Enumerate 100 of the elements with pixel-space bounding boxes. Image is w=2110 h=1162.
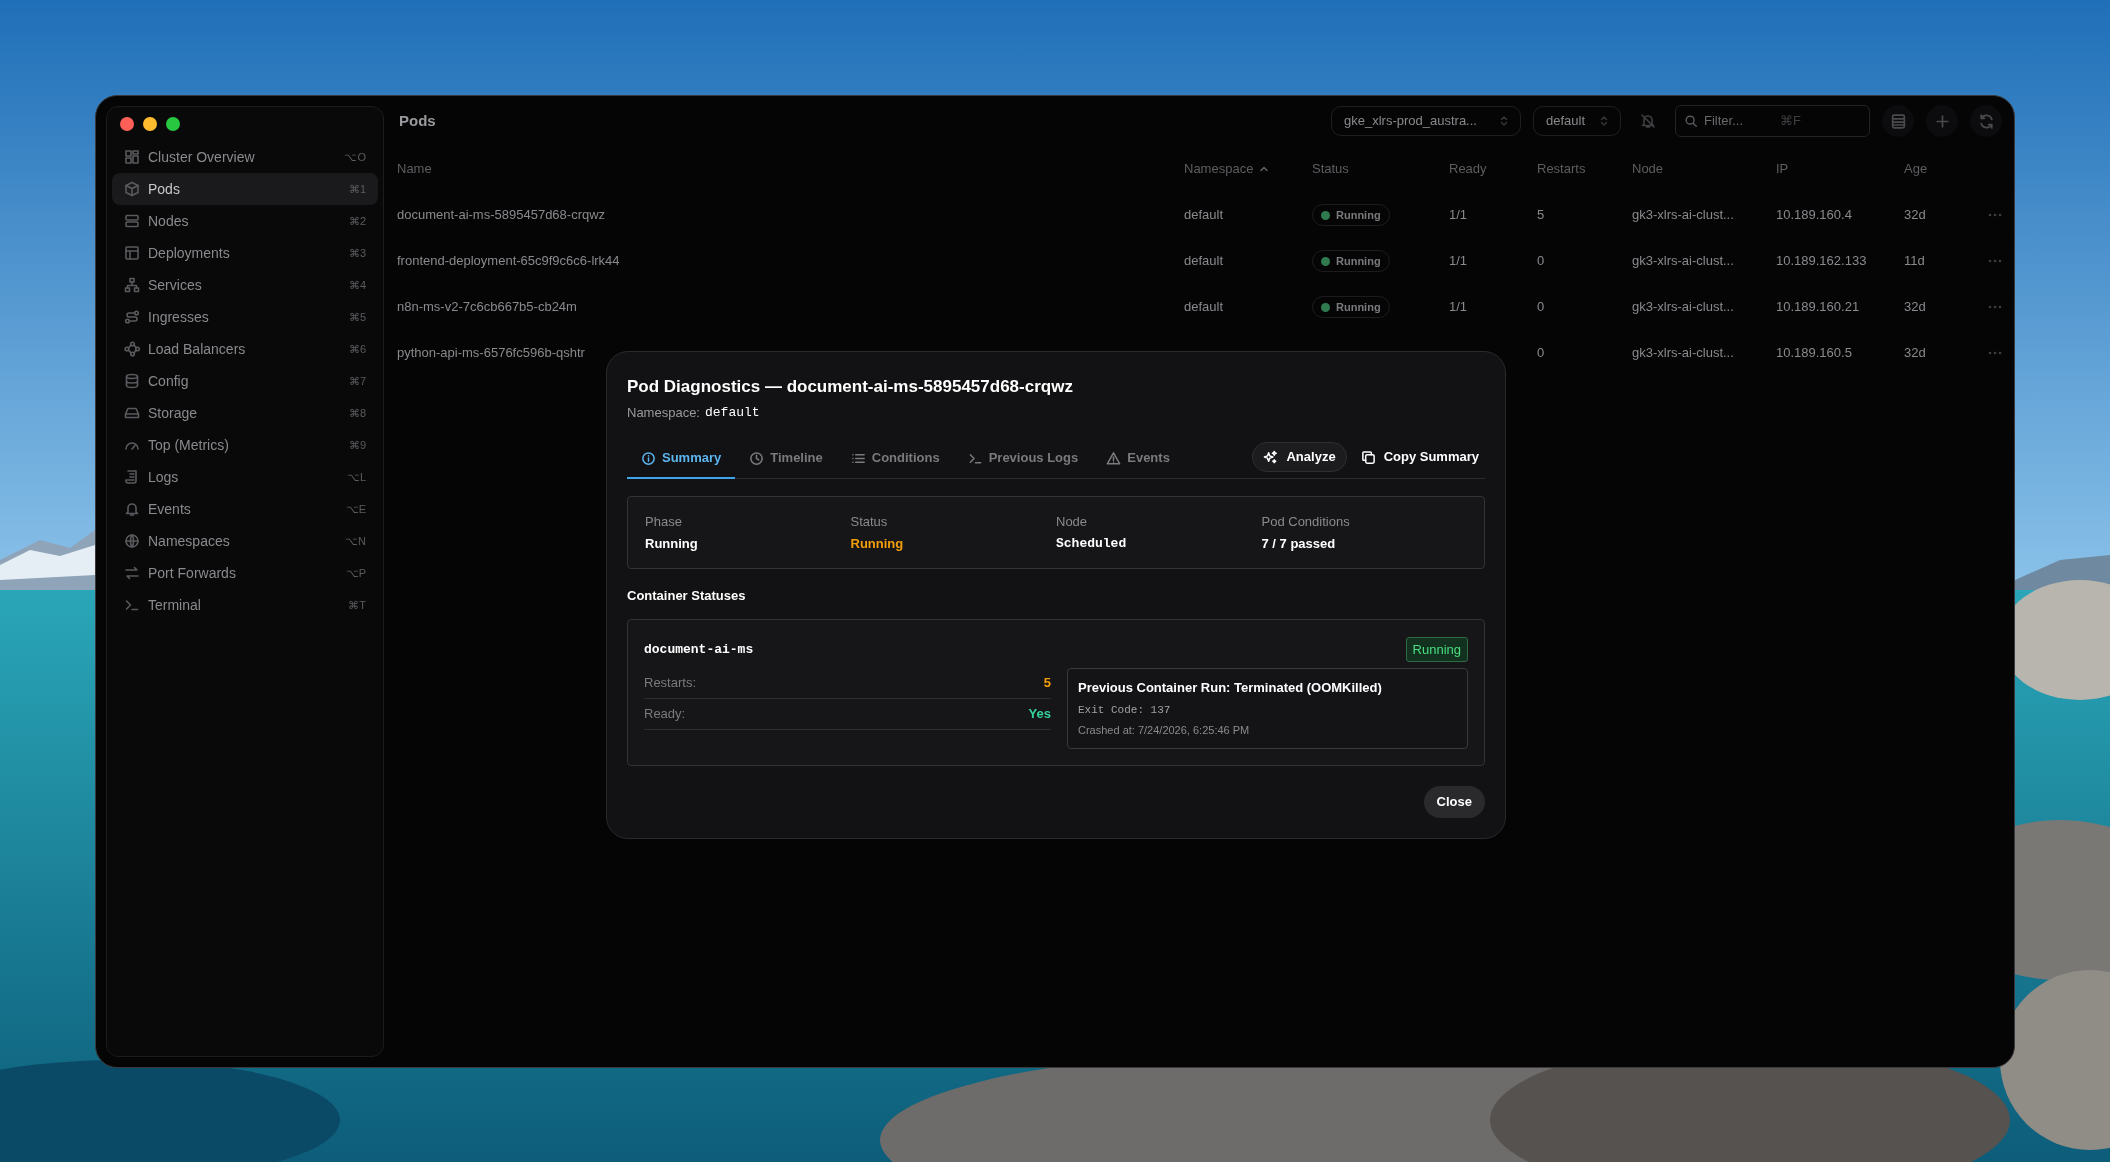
tab[interactable]: Summary xyxy=(627,439,736,479)
tab[interactable]: Events xyxy=(1092,439,1184,479)
shortcut-hint: ⌘8 xyxy=(348,405,366,421)
previous-run-title: Previous Container Run: Terminated (OOMKilled) xyxy=(1078,679,1383,697)
arrows-icon xyxy=(124,565,140,581)
dropdown[interactable]: gke_xlrs-prod_austra... xyxy=(1331,106,1521,136)
route-icon xyxy=(124,309,140,325)
column-header[interactable]: Node xyxy=(1632,159,1776,179)
close-button[interactable] xyxy=(120,117,134,131)
bell-off-icon xyxy=(1640,113,1656,129)
filter-input[interactable]: Filter... xyxy=(1704,111,1774,131)
container-name: document-ai-ms xyxy=(644,640,754,659)
clock-icon xyxy=(749,450,765,466)
copy-button[interactable]: Copy Summary xyxy=(1354,442,1485,472)
tab[interactable]: Previous Logs xyxy=(953,439,1093,479)
table-cell-text: default xyxy=(1184,252,1225,271)
more-icon[interactable] xyxy=(1988,351,2002,355)
sidebar-item[interactable]: Logs ⌥L xyxy=(112,461,378,493)
table-cell-text: 0 xyxy=(1537,344,1546,363)
refresh-button[interactable] xyxy=(1970,105,2002,137)
sidebar-item[interactable]: Nodes ⌘2 xyxy=(112,205,378,237)
field-value: 7 / 7 passed xyxy=(1261,534,1336,553)
field-label: Ready: xyxy=(644,705,686,724)
table-cell-text: frontend-deployment-65c9f9c6c6-lrk44 xyxy=(397,252,621,271)
bell-icon xyxy=(124,501,140,517)
server-icon xyxy=(124,213,140,229)
crash-time: Crashed at: 7/24/2026, 6:25:46 PM xyxy=(1078,723,1251,738)
field-label: Node xyxy=(1056,513,1089,531)
table-cell-text: 11d xyxy=(1904,252,1926,271)
field-label: Status xyxy=(850,513,889,531)
shortcut-hint: ⌘6 xyxy=(348,341,366,357)
sparkles-icon xyxy=(1263,449,1279,465)
view-button[interactable] xyxy=(1882,105,1914,137)
globe-icon xyxy=(124,533,140,549)
sidebar-item[interactable]: Cluster Overview ⌥O xyxy=(112,141,378,173)
chevron-icon xyxy=(1500,115,1508,127)
close-button[interactable]: Close xyxy=(1423,785,1485,818)
cube-icon xyxy=(124,181,140,197)
page-title: Pods xyxy=(399,110,437,131)
sidebar-item[interactable]: Load Balancers ⌘6 xyxy=(112,333,378,365)
field-label: Restarts: xyxy=(644,674,696,693)
table-cell-text: default xyxy=(1184,206,1225,225)
table-cell-text: 32d xyxy=(1904,344,1927,363)
table-cell-text: gk3-xlrs-ai-clust... xyxy=(1632,206,1735,225)
field-value: Running xyxy=(850,534,904,553)
shortcut-hint: ⌥L xyxy=(346,469,366,485)
minimize-button[interactable] xyxy=(143,117,157,131)
column-header[interactable]: IP xyxy=(1776,159,1904,179)
sidebar-item[interactable]: Port Forwards ⌥P xyxy=(112,557,378,589)
tab[interactable]: Conditions xyxy=(836,439,954,479)
column-header[interactable]: Ready xyxy=(1449,159,1537,179)
warning-icon xyxy=(1106,450,1122,466)
table-cell-text: 1/1 xyxy=(1449,298,1469,317)
exit-code: Exit Code: 137 xyxy=(1078,702,1172,718)
column-header[interactable]: Age xyxy=(1904,159,1974,179)
plus-icon xyxy=(1933,112,1951,130)
field-value: Yes xyxy=(1028,705,1051,724)
column-header[interactable]: Status xyxy=(1312,159,1449,179)
info-icon xyxy=(641,450,656,466)
tab[interactable]: Timeline xyxy=(735,439,837,479)
table-cell-text: 0 xyxy=(1537,252,1546,271)
more-icon[interactable] xyxy=(1988,259,2002,263)
sidebar-item[interactable]: Ingresses ⌘5 xyxy=(112,301,378,333)
shortcut-hint: ⌘T xyxy=(348,597,366,613)
table-cell-text: 0 xyxy=(1537,298,1546,317)
dialog-title: Pod Diagnostics — document-ai-ms-5895457d68-crqwz xyxy=(627,376,1074,398)
sidebar-item[interactable]: Storage ⌘8 xyxy=(112,397,378,429)
terminal-icon xyxy=(124,597,140,613)
column-header[interactable]: Name xyxy=(397,159,1184,179)
analyze-button[interactable]: Analyze xyxy=(1252,442,1347,472)
sidebar-item[interactable]: Namespaces ⌥N xyxy=(112,525,378,557)
field-label: Pod Conditions xyxy=(1261,513,1351,531)
sidebar-item[interactable]: Top (Metrics) ⌘9 xyxy=(112,429,378,461)
sidebar-item[interactable]: Terminal ⌘T xyxy=(112,589,378,621)
dropdown[interactable]: default xyxy=(1533,106,1621,136)
table-cell-text: document-ai-ms-5895457d68-crqwz xyxy=(397,206,607,225)
table-cell-text: n8n-ms-v2-7c6cb667b5-cb24m xyxy=(397,298,578,317)
sidebar-item[interactable]: Pods ⌘1 xyxy=(112,173,378,205)
shortcut-hint: ⌘2 xyxy=(348,213,366,229)
shortcut-hint: ⌘F xyxy=(1780,112,1801,131)
shortcut-hint: ⌥P xyxy=(345,565,366,581)
shortcut-hint: ⌘9 xyxy=(348,437,366,453)
namespace-value: default xyxy=(705,403,760,422)
zoom-button[interactable] xyxy=(166,117,180,131)
sidebar-item[interactable]: Services ⌘4 xyxy=(112,269,378,301)
grid-icon xyxy=(124,149,140,165)
field-value: Scheduled xyxy=(1056,534,1127,553)
column-header[interactable]: Namespace xyxy=(1184,159,1312,179)
database-icon xyxy=(124,373,140,389)
column-header[interactable]: Restarts xyxy=(1537,159,1632,179)
more-icon[interactable] xyxy=(1988,305,2002,309)
table-cell-text: 5 xyxy=(1537,206,1546,225)
scroll-icon xyxy=(124,469,140,485)
more-icon[interactable] xyxy=(1988,213,2002,217)
sidebar-item[interactable]: Deployments ⌘3 xyxy=(112,237,378,269)
shortcut-hint: ⌘1 xyxy=(348,181,366,197)
add-button[interactable] xyxy=(1926,105,1958,137)
sidebar-item[interactable]: Config ⌘7 xyxy=(112,365,378,397)
sidebar-item[interactable]: Events ⌥E xyxy=(112,493,378,525)
copy-icon xyxy=(1360,449,1376,465)
